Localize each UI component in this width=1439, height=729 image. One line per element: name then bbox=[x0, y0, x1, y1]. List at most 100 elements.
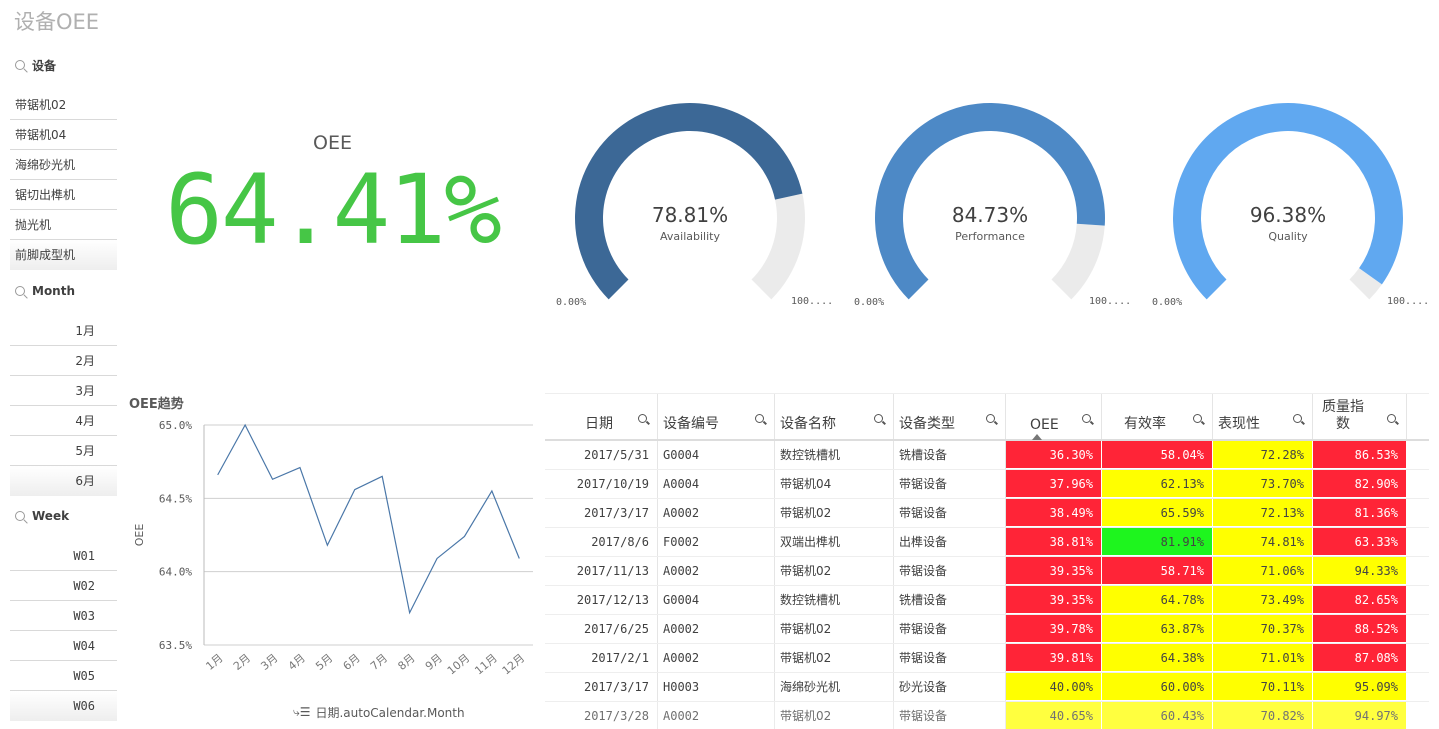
month-filter-item[interactable]: 3月 bbox=[10, 376, 117, 406]
cell-date[interactable]: 2017/3/17 bbox=[545, 673, 658, 701]
cell-availability[interactable]: 62.13% bbox=[1102, 470, 1213, 498]
data-point[interactable] bbox=[271, 478, 274, 481]
cell-device-name[interactable]: 带锯机02 bbox=[775, 644, 894, 672]
data-point[interactable] bbox=[298, 466, 301, 469]
search-icon[interactable] bbox=[986, 414, 995, 423]
cell-performance[interactable]: 70.82% bbox=[1213, 702, 1313, 729]
cell-device-name[interactable]: 数控铣槽机 bbox=[775, 441, 894, 469]
cell-device-code[interactable]: H0003 bbox=[658, 673, 775, 701]
cell-device-code[interactable]: A0002 bbox=[658, 499, 775, 527]
cell-device-type[interactable]: 铣槽设备 bbox=[894, 586, 1006, 614]
cell-quality[interactable]: 81.36% bbox=[1313, 499, 1407, 527]
cell-availability[interactable]: 81.91% bbox=[1102, 528, 1213, 556]
availability-gauge[interactable]: 78.81% Availability 0.00% 100.... bbox=[545, 100, 835, 320]
device-filter-header[interactable]: 设备 bbox=[10, 55, 117, 75]
cell-device-type[interactable]: 带锯设备 bbox=[894, 615, 1006, 643]
sort-icon[interactable]: ⤷☰ bbox=[293, 705, 310, 720]
oee-series-line[interactable] bbox=[217, 423, 520, 615]
cell-date[interactable]: 2017/12/13 bbox=[545, 586, 658, 614]
cell-oee[interactable]: 39.78% bbox=[1006, 615, 1102, 643]
performance-gauge[interactable]: 84.73% Performance 0.00% 100.... bbox=[845, 100, 1135, 320]
device-filter-item[interactable]: 前脚成型机 bbox=[10, 240, 117, 270]
search-icon[interactable] bbox=[1293, 414, 1302, 423]
month-filter-item[interactable]: 4月 bbox=[10, 406, 117, 436]
data-point[interactable] bbox=[408, 611, 411, 614]
cell-device-type[interactable]: 带锯设备 bbox=[894, 557, 1006, 585]
search-icon[interactable] bbox=[15, 286, 25, 296]
cell-performance[interactable]: 73.49% bbox=[1213, 586, 1313, 614]
cell-quality[interactable]: 88.52% bbox=[1313, 615, 1407, 643]
cell-availability[interactable]: 64.38% bbox=[1102, 644, 1213, 672]
cell-device-code[interactable]: A0002 bbox=[658, 615, 775, 643]
cell-device-name[interactable]: 双端出榫机 bbox=[775, 528, 894, 556]
table-row[interactable]: 2017/3/17 A0002 带锯机02 带锯设备 38.49% 65.59% 72.13… bbox=[545, 499, 1429, 528]
cell-quality[interactable]: 63.33% bbox=[1313, 528, 1407, 556]
cell-oee[interactable]: 39.35% bbox=[1006, 586, 1102, 614]
data-point[interactable] bbox=[518, 557, 521, 560]
cell-quality[interactable]: 94.33% bbox=[1313, 557, 1407, 585]
oee-kpi[interactable]: OEE 64.41% bbox=[140, 120, 525, 264]
cell-performance[interactable]: 70.11% bbox=[1213, 673, 1313, 701]
column-header-device-name[interactable]: 设备名称 bbox=[775, 394, 894, 439]
column-header-availability[interactable]: 有效率 bbox=[1102, 394, 1213, 439]
month-filter-item[interactable]: 5月 bbox=[10, 436, 117, 466]
cell-device-code[interactable]: A0002 bbox=[658, 702, 775, 729]
cell-quality[interactable]: 82.90% bbox=[1313, 470, 1407, 498]
search-icon[interactable] bbox=[1193, 414, 1202, 423]
cell-performance[interactable]: 71.06% bbox=[1213, 557, 1313, 585]
cell-device-type[interactable]: 带锯设备 bbox=[894, 702, 1006, 729]
cell-date[interactable]: 2017/10/19 bbox=[545, 470, 658, 498]
cell-availability[interactable]: 65.59% bbox=[1102, 499, 1213, 527]
cell-oee[interactable]: 36.30% bbox=[1006, 441, 1102, 469]
week-filter-item[interactable]: W03 bbox=[10, 601, 117, 631]
cell-date[interactable]: 2017/3/28 bbox=[545, 702, 658, 729]
device-filter-item[interactable]: 抛光机 bbox=[10, 210, 117, 240]
cell-device-type[interactable]: 砂光设备 bbox=[894, 673, 1006, 701]
table-row[interactable]: 2017/10/19 A0004 带锯机04 带锯设备 37.96% 62.13% 73.7… bbox=[545, 470, 1429, 499]
cell-availability[interactable]: 60.00% bbox=[1102, 673, 1213, 701]
cell-date[interactable]: 2017/3/17 bbox=[545, 499, 658, 527]
cell-date[interactable]: 2017/5/31 bbox=[545, 441, 658, 469]
cell-performance[interactable]: 71.01% bbox=[1213, 644, 1313, 672]
table-row[interactable]: 2017/2/1 A0002 带锯机02 带锯设备 39.81% 64.38% 71.01%… bbox=[545, 644, 1429, 673]
device-filter-item[interactable]: 海绵砂光机 bbox=[10, 150, 117, 180]
cell-quality[interactable]: 95.09% bbox=[1313, 673, 1407, 701]
x-axis-dimension[interactable]: ⤷☰ 日期.autoCalendar.Month bbox=[293, 704, 465, 721]
cell-oee[interactable]: 40.65% bbox=[1006, 702, 1102, 729]
cell-date[interactable]: 2017/11/13 bbox=[545, 557, 658, 585]
cell-oee[interactable]: 40.00% bbox=[1006, 673, 1102, 701]
cell-oee[interactable]: 39.81% bbox=[1006, 644, 1102, 672]
data-point[interactable] bbox=[463, 535, 466, 538]
data-point[interactable] bbox=[244, 424, 247, 427]
cell-device-name[interactable]: 带锯机02 bbox=[775, 702, 894, 729]
month-filter-header[interactable]: Month bbox=[10, 281, 117, 301]
cell-quality[interactable]: 82.65% bbox=[1313, 586, 1407, 614]
column-header-quality[interactable]: 质量指数 bbox=[1313, 394, 1407, 439]
search-icon[interactable] bbox=[755, 414, 764, 423]
cell-date[interactable]: 2017/2/1 bbox=[545, 644, 658, 672]
data-point[interactable] bbox=[436, 557, 439, 560]
column-header-oee[interactable]: OEE bbox=[1006, 394, 1102, 440]
week-filter-item[interactable]: W01 bbox=[10, 541, 117, 571]
cell-device-name[interactable]: 带锯机02 bbox=[775, 615, 894, 643]
cell-device-code[interactable]: G0004 bbox=[658, 441, 775, 469]
cell-device-type[interactable]: 带锯设备 bbox=[894, 470, 1006, 498]
search-icon[interactable] bbox=[15, 511, 25, 521]
cell-availability[interactable]: 64.78% bbox=[1102, 586, 1213, 614]
cell-availability[interactable]: 63.87% bbox=[1102, 615, 1213, 643]
table-row[interactable]: 2017/3/17 H0003 海绵砂光机 砂光设备 40.00% 60.00% 70.11… bbox=[545, 673, 1429, 702]
month-filter-item[interactable]: 6月 bbox=[10, 466, 117, 496]
cell-oee[interactable]: 39.35% bbox=[1006, 557, 1102, 585]
column-header-device-type[interactable]: 设备类型 bbox=[894, 394, 1006, 439]
cell-device-name[interactable]: 数控铣槽机 bbox=[775, 586, 894, 614]
column-header-device-code[interactable]: 设备编号 bbox=[658, 394, 775, 439]
cell-oee[interactable]: 38.49% bbox=[1006, 499, 1102, 527]
week-filter-header[interactable]: Week bbox=[10, 506, 117, 526]
cell-device-code[interactable]: A0002 bbox=[658, 557, 775, 585]
search-icon[interactable] bbox=[1387, 414, 1396, 423]
cell-performance[interactable]: 72.13% bbox=[1213, 499, 1313, 527]
column-header-performance[interactable]: 表现性 bbox=[1213, 394, 1313, 439]
search-icon[interactable] bbox=[15, 60, 25, 70]
cell-device-code[interactable]: A0004 bbox=[658, 470, 775, 498]
oee-trend-chart[interactable]: 63.5% 64.0% 64.5% 65.0% OEE 1月 2月 3月 4月 5月 6月 7月 8月 9… bbox=[120, 410, 540, 700]
